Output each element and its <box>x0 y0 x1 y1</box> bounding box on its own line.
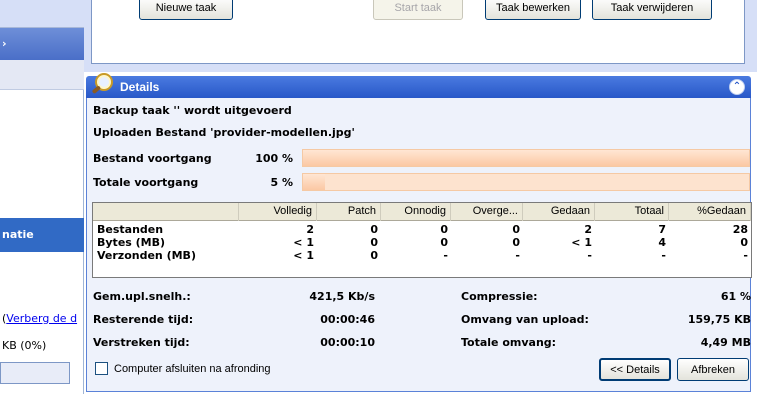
table-column-header[interactable] <box>93 203 239 221</box>
table-cell: 0 <box>740 236 748 249</box>
total-progress-value: 5 % <box>270 176 293 189</box>
total-progress-label: Totale voortgang <box>93 176 199 189</box>
table-cell: 0 <box>512 236 520 249</box>
table-column-header[interactable]: %Gedaan <box>669 203 751 221</box>
details-header[interactable]: Details ⌃ <box>86 73 751 98</box>
table-column-header[interactable]: Volledig <box>239 203 317 221</box>
total-progress-bar <box>302 173 750 191</box>
compression-value: 61 % <box>720 290 751 303</box>
sidebar-header-arrow: › <box>2 37 7 50</box>
table-row: Bytes (MB) < 1 0 0 0 < 1 4 0 <box>93 236 751 249</box>
collapse-chevron-icon[interactable]: ⌃ <box>729 79 745 95</box>
table-cell: - <box>515 249 520 262</box>
details-toggle-button[interactable]: << Details <box>599 358 671 381</box>
details-magnifier-icon <box>92 73 113 94</box>
total-progress-fill <box>303 174 325 190</box>
table-cell: 2 <box>306 223 314 236</box>
table-cell: 0 <box>370 236 378 249</box>
avg-speed-value: 421,5 Kb/s <box>309 290 375 303</box>
table-row-label: Bestanden <box>97 223 164 236</box>
sidebar-top-band <box>0 0 84 28</box>
table-cell: < 1 <box>571 236 592 249</box>
upload-size-label: Omvang van upload: <box>461 313 589 326</box>
elapsed-label: Verstreken tijd: <box>93 336 190 349</box>
edit-task-button[interactable]: Taak bewerken <box>485 0 581 20</box>
shutdown-checkbox[interactable] <box>95 362 108 375</box>
table-cell: 0 <box>440 236 448 249</box>
table-column-header[interactable]: Patch <box>317 203 381 221</box>
start-task-button[interactable]: Start taak <box>373 0 463 20</box>
details-panel: Details ⌃ Backup taak '' wordt uitgevoer… <box>84 72 757 394</box>
sidebar-size-text: KB (0%) <box>2 339 47 352</box>
table-cell: 0 <box>512 223 520 236</box>
table-column-header[interactable]: Gedaan <box>523 203 595 221</box>
upload-line: Uploaden Bestand 'provider-modellen.jpg' <box>93 126 355 139</box>
table-cell: 4 <box>658 236 666 249</box>
sidebar-grey-band <box>0 60 84 90</box>
table-row: Bestanden 2 0 0 0 2 7 28 <box>93 223 751 236</box>
new-task-button[interactable]: Nieuwe taak <box>139 0 233 20</box>
hide-details-link[interactable]: Verberg de d <box>6 312 77 325</box>
task-list-panel: Nieuwe taak Start taak Taak bewerken Taa… <box>91 0 745 64</box>
table-cell: < 1 <box>293 249 314 262</box>
elapsed-value: 00:00:10 <box>320 336 375 349</box>
table-cell: 0 <box>370 223 378 236</box>
table-cell: 0 <box>440 223 448 236</box>
table-header: Volledig Patch Onnodig Overge... Gedaan Totaa… <box>93 203 751 221</box>
sidebar-item-selected-label: natie <box>2 228 34 241</box>
file-progress-fill <box>303 150 749 166</box>
total-size-value: 4,49 MB <box>700 336 751 349</box>
table-row-label: Bytes (MB) <box>97 236 166 249</box>
table-cell: < 1 <box>293 236 314 249</box>
shutdown-checkbox-label: Computer afsluiten na afronding <box>114 362 271 375</box>
file-progress-label: Bestand voortgang <box>93 152 212 165</box>
left-sidebar: › natie (Verberg de d KB (0%) <box>0 0 84 394</box>
table-row-label: Verzonden (MB) <box>97 249 196 262</box>
table-cell: - <box>661 249 666 262</box>
compression-label: Compressie: <box>461 290 538 303</box>
table-column-header[interactable]: Onnodig <box>381 203 451 221</box>
remaining-label: Resterende tijd: <box>93 313 194 326</box>
details-title: Details <box>120 80 160 94</box>
table-row: Verzonden (MB) < 1 0 - - - - - <box>93 249 751 262</box>
sidebar-header-band[interactable]: › <box>0 28 84 60</box>
sidebar-progress-bar <box>0 362 70 384</box>
table-cell: 2 <box>584 223 592 236</box>
table-cell: 28 <box>732 223 748 236</box>
status-line: Backup taak '' wordt uitgevoerd <box>93 104 292 117</box>
upload-size-value: 159,75 KB <box>687 313 751 326</box>
table-cell: - <box>587 249 592 262</box>
total-size-label: Totale omvang: <box>461 336 557 349</box>
table-cell: - <box>443 249 448 262</box>
table-cell: - <box>743 249 748 262</box>
sidebar-hide-link-row: (Verberg de d <box>2 312 77 325</box>
sidebar-item-selected[interactable]: natie <box>0 218 84 252</box>
stats-table: Volledig Patch Onnodig Overge... Gedaan Totaa… <box>92 202 752 278</box>
table-column-header[interactable]: Totaal <box>595 203 669 221</box>
remaining-value: 00:00:46 <box>320 313 375 326</box>
cancel-button[interactable]: Afbreken <box>677 358 749 381</box>
table-column-header[interactable]: Overge... <box>451 203 523 221</box>
delete-task-button[interactable]: Taak verwijderen <box>592 0 712 20</box>
avg-speed-label: Gem.upl.snelh.: <box>93 290 191 303</box>
file-progress-bar <box>302 149 750 167</box>
table-cell: 7 <box>658 223 666 236</box>
file-progress-value: 100 % <box>255 152 293 165</box>
details-body: Backup taak '' wordt uitgevoerd Uploaden… <box>86 98 752 392</box>
task-toolbar-area: Nieuwe taak Start taak Taak bewerken Taa… <box>84 0 757 72</box>
table-cell: 0 <box>370 249 378 262</box>
shutdown-checkbox-row[interactable]: Computer afsluiten na afronding <box>95 362 271 375</box>
